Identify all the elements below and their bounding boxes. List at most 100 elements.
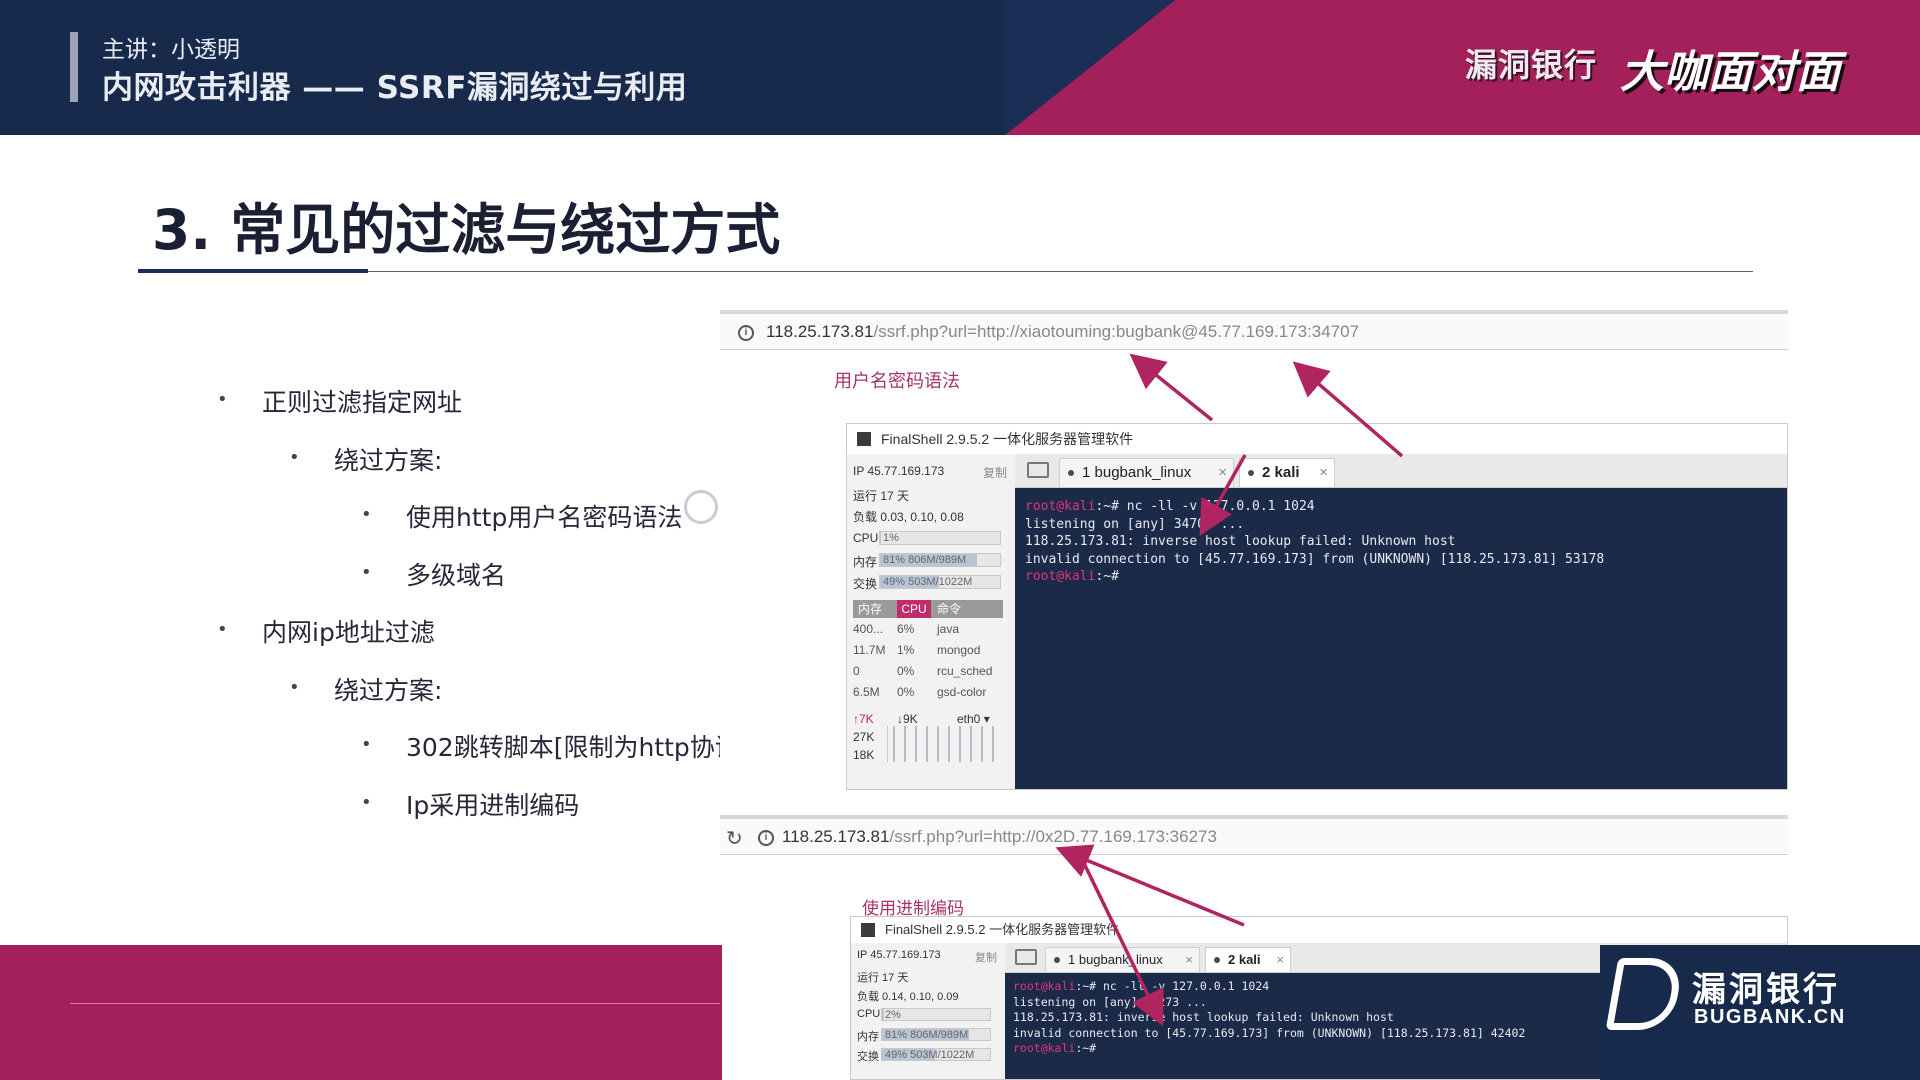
tab-bugbank-linux[interactable]: 1 bugbank_linux × xyxy=(1045,947,1200,973)
title-divider-accent xyxy=(138,269,368,273)
proc-cpu: 6% xyxy=(897,622,915,636)
process-table-header: 内存 CPU 命令 xyxy=(853,600,1003,618)
finalshell-app-icon xyxy=(857,432,871,446)
terminal-text: :~# nc -ll -v 127.0.0.1 1024 xyxy=(1075,979,1270,993)
terminal-line: root@kali:~# xyxy=(1025,568,1777,586)
proc-cpu: 0% xyxy=(897,664,915,678)
bullet-item: • 内网ip地址过滤 xyxy=(217,613,435,649)
tab-bugbank-linux[interactable]: 1 bugbank_linux × xyxy=(1059,458,1234,488)
mem-label: 内存 xyxy=(853,555,878,569)
bullet-text: 多级域名 xyxy=(406,561,507,590)
cpu-label: CPU xyxy=(857,1008,881,1020)
proc-mem: 6.5M xyxy=(853,685,880,699)
bullet-dot: • xyxy=(361,504,372,525)
finalshell-window: FinalShell 2.9.5.2 一体化服务器管理软件 IP 45.77.1… xyxy=(846,423,1788,790)
window-title: FinalShell 2.9.5.2 一体化服务器管理软件 xyxy=(885,922,1120,937)
address-url[interactable]: 118.25.173.81/ssrf.php?url=http://0x2D.7… xyxy=(782,827,1217,847)
bullet-dot: • xyxy=(361,734,372,755)
swap-value: 49% 503M/1022M xyxy=(885,1049,975,1061)
proc-cpu: 1% xyxy=(897,643,915,657)
screenshot-username-password: i 118.25.173.81/ssrf.php?url=http://xiao… xyxy=(720,310,1788,790)
swap-value: 49% 503M/1022M xyxy=(883,576,973,588)
proc-col-mem[interactable]: 内存 xyxy=(858,600,882,618)
bullet-dot: • xyxy=(289,447,300,468)
slide-title: 3. 常见的过滤与绕过方式 xyxy=(152,198,781,262)
proc-col-cpu[interactable]: CPU xyxy=(897,600,931,618)
tab-label: 1 bugbank_linux xyxy=(1082,464,1192,481)
tab-kali[interactable]: 2 kali × xyxy=(1239,458,1335,488)
title-divider xyxy=(138,271,1753,272)
net-scale-high: 27K xyxy=(853,730,875,744)
url-path: /ssrf.php?url=http://0x2D.77.169.173:362… xyxy=(889,827,1217,846)
mem-meter: 81% 806M/989M xyxy=(881,1028,991,1041)
network-sparkline xyxy=(887,726,1003,762)
footer-rule xyxy=(70,1003,720,1004)
folder-icon[interactable] xyxy=(1015,949,1037,965)
cpu-meter: 1% xyxy=(879,531,1001,545)
terminal-prompt: root@kali xyxy=(1013,1041,1076,1055)
brand-banner-text: 漏洞银行 xyxy=(1465,46,1598,84)
bullet-text: 绕过方案: xyxy=(334,446,443,475)
mem-value: 81% 806M/989M xyxy=(883,554,967,566)
swap-label: 交换 xyxy=(857,1051,879,1063)
proc-mem: 400... xyxy=(853,622,884,636)
tab-label: 2 kali xyxy=(1262,464,1300,481)
terminal-line: listening on [any] 34707 ... xyxy=(1025,516,1777,534)
bullet-dot: • xyxy=(289,677,300,698)
terminal-output[interactable]: root@kali:~# nc -ll -v 127.0.0.1 1024 li… xyxy=(1015,488,1787,789)
finalshell-titlebar: FinalShell 2.9.5.2 一体化服务器管理软件 xyxy=(851,917,1787,943)
info-icon[interactable]: i xyxy=(758,830,774,846)
bullet-item: • 多级域名 xyxy=(361,556,507,592)
reload-icon[interactable]: ↻ xyxy=(726,826,743,851)
bullet-text: 内网ip地址过滤 xyxy=(262,618,435,647)
annotation-label: 用户名密码语法 xyxy=(834,371,960,392)
copy-ip-button[interactable]: 复制 xyxy=(975,949,997,965)
address-url[interactable]: 118.25.173.81/ssrf.php?url=http://xiaoto… xyxy=(766,322,1359,342)
server-status-sidebar: IP 45.77.169.173 复制 运行 17 天 负载 0.03, 0.1… xyxy=(847,454,1015,789)
finalshell-titlebar: FinalShell 2.9.5.2 一体化服务器管理软件 xyxy=(847,424,1787,454)
finalshell-app-icon xyxy=(861,923,875,937)
close-icon[interactable]: × xyxy=(1319,459,1328,487)
proc-cmd: mongod xyxy=(937,643,981,657)
tab-status-dot xyxy=(1068,470,1074,476)
net-interface-select[interactable]: eth0 ▾ xyxy=(957,712,990,726)
cpu-label: CPU xyxy=(853,531,879,545)
terminal-prompt: root@kali xyxy=(1025,499,1096,514)
bullet-item: • 绕过方案: xyxy=(289,671,443,707)
url-host: 118.25.173.81 xyxy=(766,322,874,341)
proc-mem: 0 xyxy=(853,664,860,678)
terminal-text: invalid connection to [45.77.169.173] fr… xyxy=(1025,551,1605,567)
close-icon[interactable]: × xyxy=(1185,948,1193,972)
mem-label: 内存 xyxy=(857,1031,879,1043)
terminal-line: invalid connection to [45.77.169.173] fr… xyxy=(1025,551,1777,569)
copy-ip-button[interactable]: 复制 xyxy=(983,464,1007,481)
browser-address-bar[interactable]: ↻ i 118.25.173.81/ssrf.php?url=http://0x… xyxy=(720,815,1788,855)
bullet-text: Ip采用进制编码 xyxy=(406,791,580,820)
url-path: /ssrf.php?url=http://xiaotouming:bugbank… xyxy=(873,322,1360,341)
cpu-value: 2% xyxy=(885,1009,901,1021)
proc-col-cmd[interactable]: 命令 xyxy=(937,600,961,618)
close-icon[interactable]: × xyxy=(1218,459,1227,487)
header-banner: 主讲：小透明 内网攻击利器 —— SSRF漏洞绕过与利用 漏洞银行 大咖面对面 xyxy=(0,0,1920,135)
info-icon[interactable]: i xyxy=(738,325,754,341)
proc-cmd: gsd-color xyxy=(937,685,987,699)
bullet-dot: • xyxy=(361,792,372,813)
server-ip: IP 45.77.169.173 xyxy=(853,464,945,478)
header-accent-bar xyxy=(70,32,78,102)
tab-label: 1 bugbank_linux xyxy=(1068,952,1163,967)
server-ip: IP 45.77.169.173 xyxy=(857,949,941,961)
cpu-meter: 2% xyxy=(881,1008,991,1021)
brand-name-cn: 漏洞银行 xyxy=(1692,970,1840,1010)
bullet-dot: • xyxy=(217,619,228,640)
folder-icon[interactable] xyxy=(1027,462,1049,478)
close-icon[interactable]: × xyxy=(1276,948,1284,972)
bullet-text: 使用http用户名密码语法 xyxy=(406,503,683,532)
terminal-prompt: root@kali xyxy=(1025,569,1096,584)
bullet-text: 绕过方案: xyxy=(334,676,443,705)
bullet-dot: • xyxy=(217,389,228,410)
footer-band xyxy=(0,945,722,1080)
browser-address-bar[interactable]: i 118.25.173.81/ssrf.php?url=http://xiao… xyxy=(720,310,1788,350)
tab-kali[interactable]: 2 kali × xyxy=(1205,947,1291,973)
server-uptime: 运行 17 天 xyxy=(853,489,910,503)
session-tab-bar: 1 bugbank_linux × 2 kali × xyxy=(1015,454,1787,488)
